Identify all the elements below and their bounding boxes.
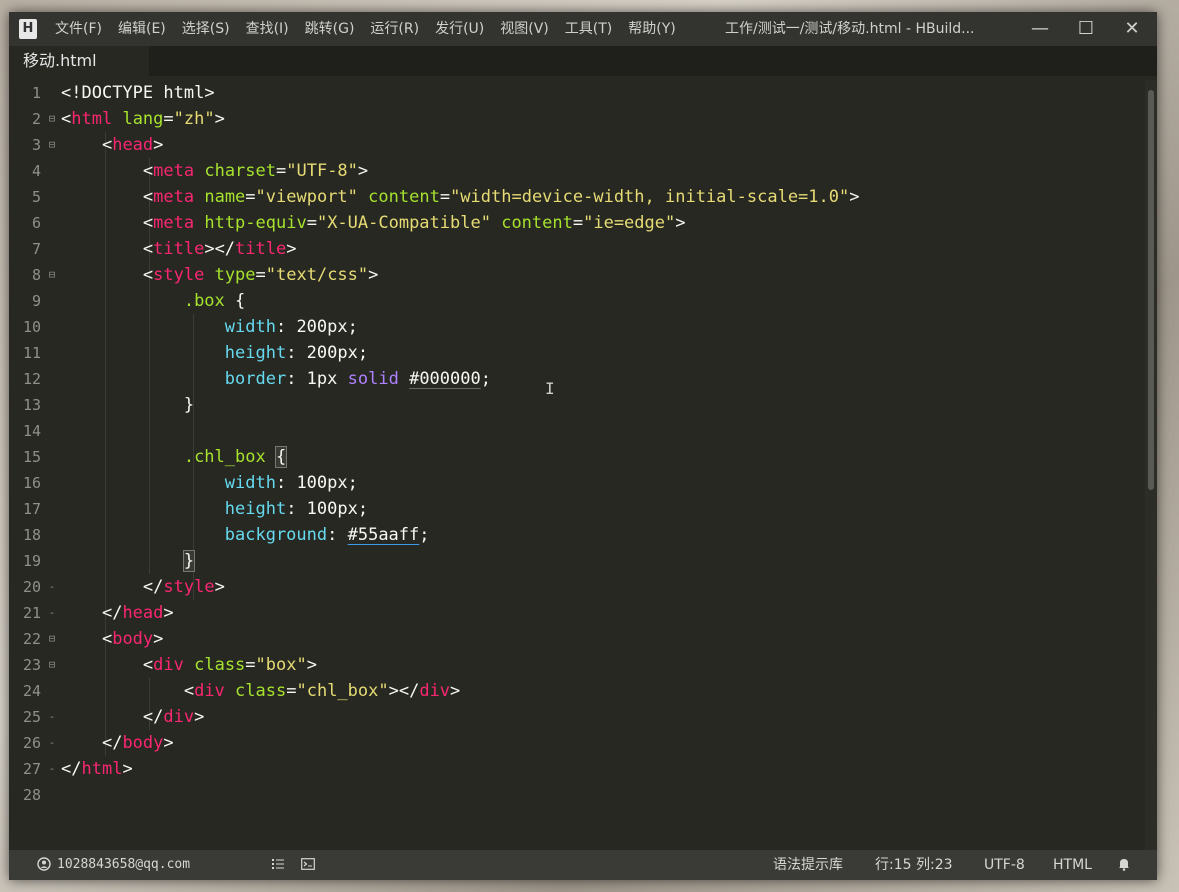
language-mode-selector[interactable]: HTML xyxy=(1053,850,1092,880)
app-logo: H xyxy=(19,19,37,39)
scroll-thumb[interactable] xyxy=(1148,90,1154,490)
menu-edit[interactable]: 编辑(E) xyxy=(110,12,174,46)
maximize-button[interactable]: ☐ xyxy=(1063,12,1109,46)
encoding-selector[interactable]: UTF-8 xyxy=(984,850,1025,880)
menu-publish[interactable]: 发行(U) xyxy=(427,12,492,46)
code-editor[interactable]: 1 <!DOCTYPE html> 2 ⊟ <html lang="zh"> 3 ⊟ <… xyxy=(9,80,1145,850)
close-button[interactable]: ✕ xyxy=(1109,12,1155,46)
fold-icon[interactable]: ⊟ xyxy=(47,652,57,678)
window-title: 工作/测试一/测试/移动.html - HBuild... xyxy=(725,21,975,37)
user-icon[interactable] xyxy=(37,850,51,880)
menu-run[interactable]: 运行(R) xyxy=(362,12,427,46)
fold-icon[interactable]: ⊟ xyxy=(47,626,57,652)
menu-select[interactable]: 选择(S) xyxy=(174,12,238,46)
tab-bar: 移动.html xyxy=(9,46,1157,76)
titlebar: H 文件(F) 编辑(E) 选择(S) 查找(I) 跳转(G) 运行(R) 发行… xyxy=(9,12,1157,46)
terminal-icon[interactable] xyxy=(301,850,315,880)
cursor-position[interactable]: 行:15 列:23 xyxy=(875,850,953,880)
editor-window: H 文件(F) 编辑(E) 选择(S) 查找(I) 跳转(G) 运行(R) 发行… xyxy=(9,12,1157,880)
vertical-scrollbar[interactable] xyxy=(1145,80,1157,850)
menu-view[interactable]: 视图(V) xyxy=(492,12,557,46)
fold-icon[interactable]: ⊟ xyxy=(47,262,57,288)
menu-file[interactable]: 文件(F) xyxy=(47,12,110,46)
syntax-library-button[interactable]: 语法提示库 xyxy=(773,850,843,880)
minimize-button[interactable]: — xyxy=(1017,12,1063,46)
menu-goto[interactable]: 跳转(G) xyxy=(297,12,363,46)
list-icon[interactable] xyxy=(271,850,285,880)
menu-bar: 文件(F) 编辑(E) 选择(S) 查找(I) 跳转(G) 运行(R) 发行(U… xyxy=(47,12,684,46)
menu-tools[interactable]: 工具(T) xyxy=(557,12,620,46)
bell-icon[interactable] xyxy=(1117,850,1131,880)
menu-find[interactable]: 查找(I) xyxy=(238,12,297,46)
account-label[interactable]: 1028843658@qq.com xyxy=(57,850,190,880)
fold-icon[interactable]: ⊟ xyxy=(47,132,57,158)
tab-file[interactable]: 移动.html xyxy=(9,46,149,76)
fold-icon[interactable]: ⊟ xyxy=(47,106,57,132)
text-cursor-icon: I xyxy=(545,379,555,398)
menu-help[interactable]: 帮助(Y) xyxy=(620,12,683,46)
statusbar: 1028843658@qq.com 语法提示库 行:15 列:23 UTF-8 … xyxy=(9,850,1157,880)
